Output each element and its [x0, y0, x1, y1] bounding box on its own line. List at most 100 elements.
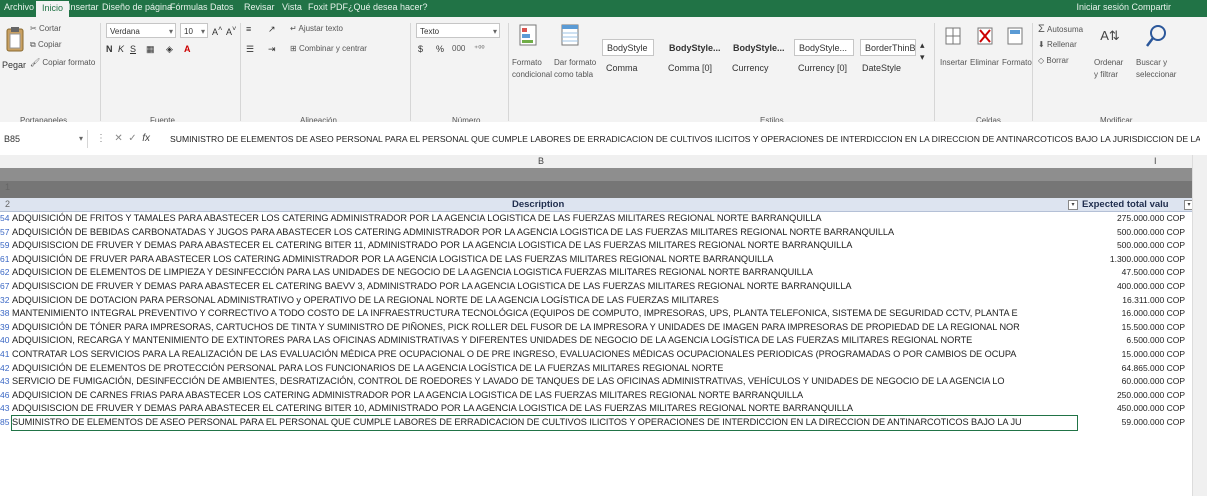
expected-value-cell[interactable]: 16.000.000 COP [1075, 307, 1185, 321]
currency-button[interactable]: $ [418, 43, 423, 55]
description-cell[interactable]: ADQUISISCION DE FRUVER Y DEMAS PARA ABAS… [12, 280, 1077, 294]
percent-button[interactable]: % [436, 43, 444, 55]
table-row[interactable]: 85 SUMINISTRO DE ELEMENTOS DE ASEO PERSON… [0, 415, 1207, 431]
row-number[interactable]: 54 [0, 212, 12, 226]
tab-4[interactable]: Fórmulas [170, 2, 208, 12]
conditional-format-icon[interactable] [518, 23, 538, 47]
row-number[interactable]: 38 [0, 307, 12, 321]
row-number[interactable]: 46 [0, 389, 12, 403]
table-row[interactable]: 67 ADQUISISCION DE FRUVER Y DEMAS PARA AB… [0, 280, 1207, 294]
table-row[interactable]: 38 MANTENIMIENTO INTEGRAL PREVENTIVO Y CO… [0, 307, 1207, 321]
table-row[interactable]: 43 SERVICIO DE FUMIGACIÓN, DESINFECCIÓN D… [0, 375, 1207, 389]
table-format-icon[interactable] [560, 23, 580, 47]
formula-input[interactable]: SUMINISTRO DE ELEMENTOS DE ASEO PERSONAL… [170, 130, 1200, 148]
search-icon[interactable] [1144, 23, 1168, 49]
style-cell-currency[interactable]: Currency [732, 63, 769, 73]
row-header-2[interactable]: 2 [0, 198, 10, 211]
expected-value-cell[interactable]: 60.000.000 COP [1075, 375, 1185, 389]
tab-6[interactable]: Revisar [244, 2, 275, 12]
font-size-select[interactable]: 10 [180, 23, 208, 39]
table-row[interactable]: 62 ADQUISICION DE ELEMENTOS DE LIMPIEZA Y… [0, 266, 1207, 280]
tab-1[interactable]: Inicio [36, 1, 70, 17]
expected-value-cell[interactable]: 6.500.000 COP [1075, 334, 1185, 348]
more-options-icon[interactable]: ⋮ [96, 133, 106, 144]
description-cell[interactable]: ADQUISICION DE DOTACION PARA PERSONAL AD… [12, 294, 1077, 308]
format-button[interactable]: Formato [1002, 57, 1032, 69]
tab-2[interactable]: Insertar [68, 2, 99, 12]
table-row[interactable]: 40 ADQUISICION, RECARGA Y MANTENIMIENTO D… [0, 334, 1207, 348]
expected-value-cell[interactable]: 400.000.000 COP [1075, 280, 1185, 294]
column-header-i[interactable]: I [1154, 155, 1157, 168]
style-cell-comma-0[interactable]: Comma [0] [668, 63, 712, 73]
table-row[interactable]: 54 ADQUISICIÓN DE FRITOS Y TAMALES PARA A… [0, 212, 1207, 226]
find-select-button[interactable]: Buscar y seleccionar [1136, 57, 1176, 81]
row-number[interactable]: 43 [0, 375, 12, 389]
table-row[interactable]: 43 ADQUISISCION DE FRUVER Y DEMAS PARA AB… [0, 402, 1207, 416]
row-number[interactable]: 67 [0, 280, 12, 294]
autosum-button[interactable]: Σ Autosuma [1038, 23, 1083, 36]
thousands-button[interactable]: 000 [452, 43, 465, 55]
cancel-icon[interactable]: ✕ [114, 133, 122, 144]
row-number[interactable]: 40 [0, 334, 12, 348]
sort-filter-icon[interactable]: A⇅ [1100, 23, 1120, 49]
tab-0[interactable]: Archivo [4, 2, 34, 12]
insert-function-icon[interactable]: fx [142, 133, 150, 144]
paste-icon[interactable] [4, 25, 26, 55]
row-number[interactable]: 43 [0, 402, 12, 416]
row-number[interactable]: 32 [0, 294, 12, 308]
column-header-b[interactable]: B [538, 155, 544, 168]
description-cell[interactable]: ADQUISICIÓN DE TÓNER PARA IMPRESORAS, CA… [12, 321, 1077, 335]
font-name-select[interactable]: Verdana [106, 23, 176, 39]
grow-font-icon[interactable]: A˄ [212, 23, 222, 38]
expected-value-cell[interactable]: 47.500.000 COP [1075, 266, 1185, 280]
tab-7[interactable]: Vista [282, 2, 302, 12]
description-cell[interactable]: ADQUISICIÓN DE FRITOS Y TAMALES PARA ABA… [12, 212, 1077, 226]
expected-value-cell[interactable]: 64.865.000 COP [1075, 362, 1185, 376]
cut-button[interactable]: ✂ Cortar [30, 23, 61, 35]
styles-gallery-more-icon[interactable]: ▴ ▾ [920, 39, 925, 63]
underline-icon[interactable]: S [130, 43, 136, 55]
description-cell[interactable]: ADQUISICION, RECARGA Y MANTENIMIENTO DE … [12, 334, 1077, 348]
row-number[interactable]: 59 [0, 239, 12, 253]
tab-9[interactable]: ¿Qué desea hacer? [348, 2, 428, 12]
sign-in-share[interactable]: Iniciar sesión Compartir [1076, 2, 1171, 12]
table-row[interactable]: 59 ADQUISISCION DE FRUVER Y DEMAS PARA AB… [0, 239, 1207, 253]
description-cell[interactable]: ADQUISICIÓN DE FRUVER PARA ABASTECER LOS… [12, 253, 1077, 267]
expected-value-cell[interactable]: 59.000.000 COP [1075, 416, 1185, 430]
row-number[interactable]: 61 [0, 253, 12, 267]
name-box[interactable]: B85 [2, 130, 88, 148]
style-cell-comma[interactable]: Comma [606, 63, 638, 73]
description-cell[interactable]: MANTENIMIENTO INTEGRAL PREVENTIVO Y CORR… [12, 307, 1077, 321]
decimal-icon[interactable]: ⁺⁰⁰ [474, 43, 485, 55]
expected-value-cell[interactable]: 500.000.000 COP [1075, 226, 1185, 240]
expected-value-cell[interactable]: 250.000.000 COP [1075, 389, 1185, 403]
table-row[interactable]: 41 CONTRATAR LOS SERVICIOS PARA LA REALIZ… [0, 348, 1207, 362]
conditional-format-button[interactable]: Formato condicional [512, 57, 552, 81]
style-cell-bodystyle[interactable]: BodyStyle [602, 39, 654, 56]
italic-icon[interactable]: K [118, 43, 124, 55]
row-header-1[interactable]: 1 [0, 182, 10, 192]
style-cell-bodystyle-3[interactable]: BodyStyle... [728, 39, 786, 56]
description-cell[interactable]: ADQUISICION DE CARNES FRIAS PARA ABASTEC… [12, 389, 1077, 403]
description-cell[interactable]: ADQUISICION DE ELEMENTOS DE LIMPIEZA Y D… [12, 266, 1077, 280]
align-top-icon[interactable]: ≡ [246, 23, 251, 35]
description-cell[interactable]: ADQUISISCION DE FRUVER Y DEMAS PARA ABAS… [12, 239, 1077, 253]
expected-value-cell[interactable]: 275.000.000 COP [1075, 212, 1185, 226]
table-row[interactable]: 57 ADQUISICIÓN DE BEBIDAS CARBONATADAS Y … [0, 226, 1207, 240]
border-icon[interactable]: ▦ [146, 43, 155, 55]
paste-button[interactable]: Pegar [2, 59, 26, 71]
expected-value-cell[interactable]: 15.000.000 COP [1075, 348, 1185, 362]
expected-value-cell[interactable]: 16.311.000 COP [1075, 294, 1185, 308]
style-cell-bodystyle-4[interactable]: BodyStyle... [794, 39, 854, 56]
vertical-scrollbar[interactable] [1192, 155, 1207, 496]
number-format-select[interactable]: Texto [416, 23, 500, 39]
row-number[interactable]: 41 [0, 348, 12, 362]
tab-8[interactable]: Foxit PDF [308, 2, 348, 12]
style-cell-datestyle[interactable]: DateStyle [862, 63, 901, 73]
wrap-text-button[interactable]: ↵ Ajustar texto [290, 23, 343, 35]
orientation-icon[interactable]: ↗ [268, 23, 276, 35]
description-cell[interactable]: ADQUISICIÓN DE BEBIDAS CARBONATADAS Y JU… [12, 226, 1077, 240]
table-row[interactable]: 46 ADQUISICION DE CARNES FRIAS PARA ABAST… [0, 389, 1207, 403]
expected-value-cell[interactable]: 15.500.000 COP [1075, 321, 1185, 335]
format-as-table-button[interactable]: Dar formato como tabla [554, 57, 598, 81]
